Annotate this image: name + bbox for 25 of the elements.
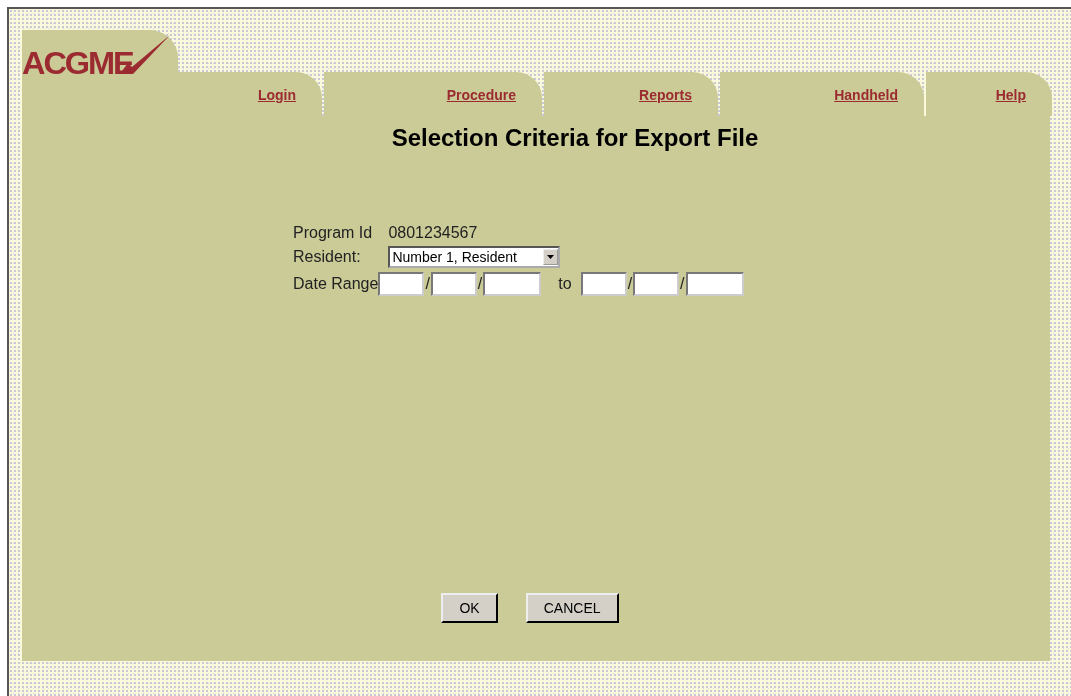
date-input-field[interactable] (378, 272, 425, 296)
page-title: Selection Criteria for Export File (391, 124, 759, 152)
nav-tab[interactable]: Reports (544, 72, 718, 116)
field-label: Resident: (293, 248, 362, 266)
logo-text: ACGME (22, 46, 133, 82)
date-separator: / (477, 275, 483, 293)
nav-tab[interactable]: Handheld (720, 72, 924, 116)
form-button[interactable]: CANCEL (525, 593, 619, 623)
nav-tab[interactable]: Help (926, 72, 1052, 116)
field-label: Date Range (293, 275, 379, 293)
range-separator: to (558, 275, 572, 293)
form-button[interactable]: OK (441, 593, 498, 623)
field-label: Program Id (293, 224, 374, 242)
date-input-field[interactable] (633, 272, 680, 296)
nav-tab[interactable]: Procedure (324, 72, 542, 116)
date-separator: / (680, 275, 685, 293)
nav-tab[interactable]: Login (178, 72, 322, 116)
date-separator: / (627, 275, 633, 293)
date-input-field[interactable] (685, 272, 744, 296)
date-input-field[interactable] (580, 272, 627, 296)
program-id-value: 0801234567 (388, 224, 479, 242)
resident-dropdown[interactable]: Number 1, Resident (388, 246, 561, 268)
date-separator: / (425, 275, 430, 293)
date-input-field[interactable] (430, 272, 477, 296)
date-input-field[interactable] (483, 272, 542, 296)
